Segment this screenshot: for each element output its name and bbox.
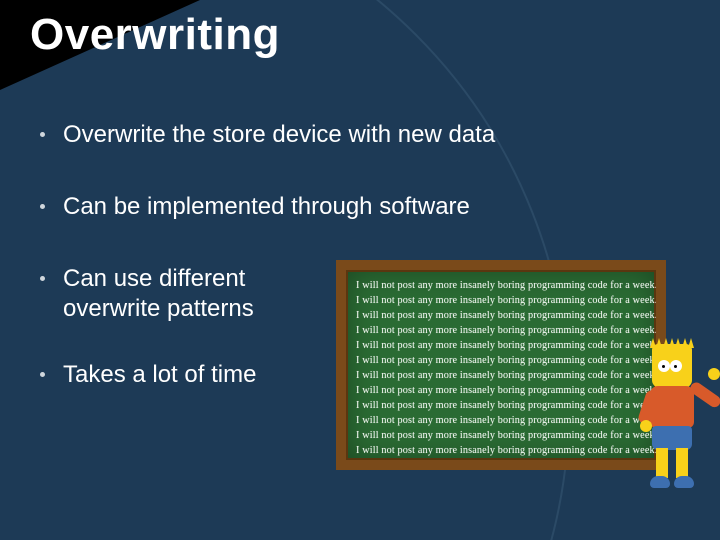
chalk-line: I will not post any more insanely boring…: [356, 398, 646, 413]
chalk-line: I will not post any more insanely boring…: [356, 353, 646, 368]
chalk-line: I will not post any more insanely boring…: [356, 383, 646, 398]
bullet-text: Takes a lot of time: [63, 360, 256, 390]
chalk-line: I will not post any more insanely boring…: [356, 413, 646, 428]
chalkboard: I will not post any more insanely boring…: [336, 260, 666, 470]
slide: Overwriting Overwrite the store device w…: [0, 0, 720, 540]
chalk-line: I will not post any more insanely boring…: [356, 443, 646, 458]
bullet-item: Overwrite the store device with new data: [40, 120, 696, 150]
bullet-item: Can be implemented through software: [40, 192, 696, 222]
bart-character-icon: [638, 344, 708, 494]
bullet-dot-icon: [40, 132, 45, 137]
chalk-line: I will not post any more insanely boring…: [356, 293, 646, 308]
bullet-dot-icon: [40, 276, 45, 281]
slide-title: Overwriting: [30, 10, 280, 60]
bullet-dot-icon: [40, 204, 45, 209]
bullet-dot-icon: [40, 372, 45, 377]
bullet-text: Overwrite the store device with new data: [63, 120, 495, 150]
chalk-line: I will not post any more insanely boring…: [356, 338, 646, 353]
chalk-line: I will not post any more insanely boring…: [356, 278, 646, 293]
chalk-line: I will not post any more insanely boring…: [356, 368, 646, 383]
chalk-line: I will not post any more insanely boring…: [356, 323, 646, 338]
bullet-text: Can be implemented through software: [63, 192, 470, 222]
chalk-line: I will not post any more insanely boring…: [356, 428, 646, 443]
head-icon: [652, 344, 692, 388]
bullet-text: Can use different overwrite patterns: [63, 264, 323, 324]
chalkboard-image: I will not post any more insanely boring…: [336, 260, 702, 492]
chalk-line: I will not post any more insanely boring…: [356, 308, 646, 323]
